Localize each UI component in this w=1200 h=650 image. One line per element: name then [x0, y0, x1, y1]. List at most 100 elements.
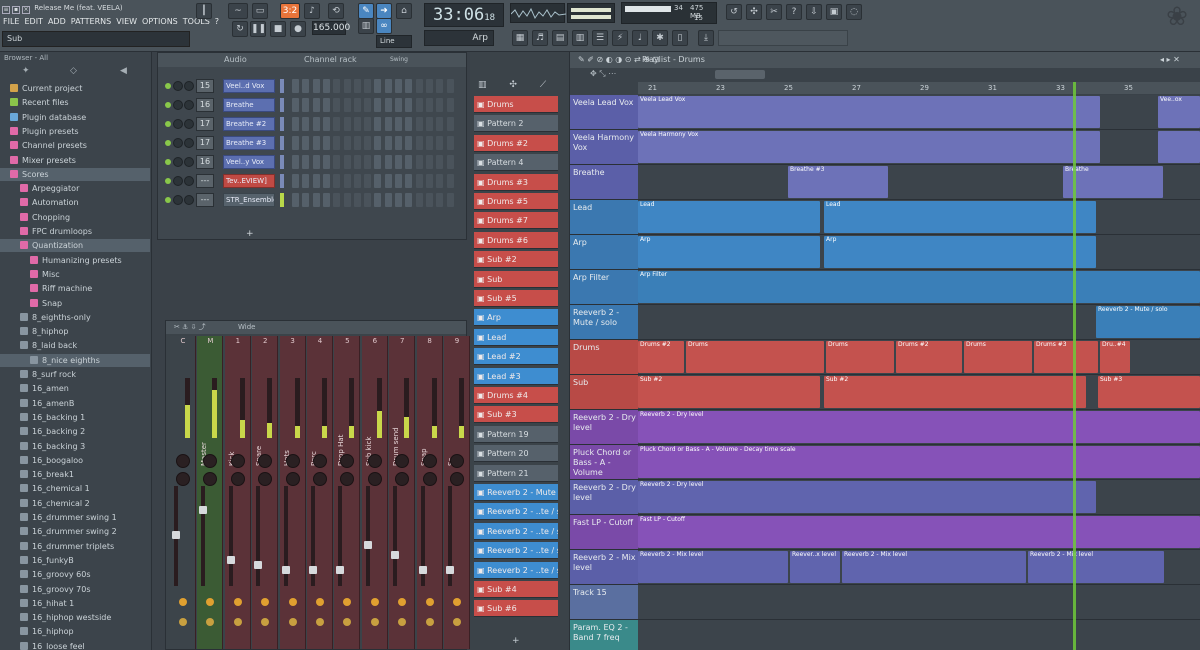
menu-item-edit[interactable]: EDIT — [23, 15, 43, 29]
play-button[interactable]: ❚❚ — [250, 21, 266, 37]
channel-mixer-track[interactable]: --- — [196, 174, 214, 188]
mixer-stereo-knob[interactable] — [450, 472, 464, 486]
step-button[interactable] — [364, 174, 372, 188]
step-button[interactable] — [395, 117, 402, 131]
track-lane[interactable]: Drums #2 Drums Drums Drums #2 Drums Drums #3 D… — [638, 340, 1200, 375]
mixer-volume-fader[interactable] — [199, 486, 208, 586]
browser-item[interactable]: Recent files — [0, 96, 150, 109]
picker-automation-icon[interactable]: ⟋ — [540, 80, 546, 90]
playlist-clip[interactable]: Arp — [638, 236, 820, 268]
mixer-pan-knob[interactable] — [258, 454, 273, 468]
step-button[interactable] — [333, 174, 341, 188]
pattern-item[interactable]: ▣ Sub #6 — [474, 600, 558, 618]
playlist-clip[interactable]: Pluck Chord or Bass - A - Volume - Decay… — [638, 446, 1200, 478]
mixer-strip[interactable]: 3Hats — [279, 336, 306, 649]
mixer-tools-icon[interactable]: ✂ ⚓ ⇩ ⤴ — [174, 321, 206, 334]
step-button[interactable] — [405, 193, 413, 207]
mixer-volume-fader[interactable] — [418, 486, 427, 586]
step-button[interactable] — [436, 155, 444, 169]
pattern-item[interactable]: ▣ Reeverb 2 - ..te / solo #5 — [474, 522, 558, 540]
channel-row[interactable]: --- STR_Ensemble — [158, 191, 466, 210]
step-button[interactable] — [395, 79, 402, 93]
channel-pan-knob[interactable] — [173, 195, 183, 205]
step-button[interactable] — [353, 79, 361, 93]
step-button[interactable] — [292, 155, 299, 169]
step-button[interactable] — [446, 193, 454, 207]
track-header[interactable]: Track 15 — [570, 585, 638, 620]
mixer-route-led[interactable] — [316, 618, 324, 626]
mixer-stereo-knob[interactable] — [395, 472, 410, 486]
playlist-close-icon[interactable]: ◂ ▸ ✕ — [1160, 52, 1180, 68]
browser-item[interactable]: 16_drummer swing 2 — [0, 525, 150, 538]
pattern-item[interactable]: ▣ Lead #2 — [474, 348, 558, 366]
add-pattern-icon[interactable]: + — [512, 636, 520, 646]
pattern-item[interactable]: ▣ Pattern 20 — [474, 445, 558, 463]
step-button[interactable] — [312, 174, 320, 188]
browser-item[interactable]: 16_funkyB — [0, 554, 150, 567]
track-lane[interactable]: Fast LP - Cutoff — [638, 515, 1200, 550]
playlist-clip[interactable]: Arp — [824, 236, 1096, 268]
mixer-pan-knob[interactable] — [176, 454, 190, 468]
channel-select-indicator[interactable] — [280, 117, 284, 131]
pattern-item[interactable]: ▣ Pattern 4 — [474, 154, 558, 172]
step-button[interactable] — [415, 193, 423, 207]
track-header[interactable]: Param. EQ 2 - Band 7 freq — [570, 620, 638, 650]
step-button[interactable] — [395, 193, 402, 207]
browser-item[interactable]: Chopping — [0, 211, 150, 224]
browser-item[interactable]: Quantization — [0, 239, 150, 253]
channel-mute-led[interactable] — [165, 102, 171, 108]
step-button[interactable] — [374, 174, 382, 188]
browser-item[interactable]: 16_groovy 60s — [0, 568, 150, 581]
playlist-clip[interactable]: Arp Filter — [638, 271, 1200, 303]
browser-item[interactable]: 8_laid back — [0, 339, 150, 352]
mixer-fader-cap[interactable] — [418, 566, 427, 574]
channel-volume-knob[interactable] — [184, 100, 194, 110]
track-header[interactable]: Reeverb 2 - Mute / solo — [570, 305, 638, 340]
track-header[interactable]: Drums — [570, 340, 638, 375]
mixer-fader-cap[interactable] — [199, 506, 208, 514]
mixer-route-led[interactable] — [453, 618, 461, 626]
loop-icon[interactable]: ↻ — [232, 21, 248, 37]
step-button[interactable] — [415, 136, 423, 150]
channel-mute-led[interactable] — [165, 159, 171, 165]
pattern-item[interactable]: ▣ Drums #5 — [474, 193, 558, 210]
channel-name-button[interactable]: Veel..d Vox — [223, 79, 275, 93]
channel-mixer-track[interactable]: 16 — [196, 98, 214, 112]
track-lane[interactable]: Veela Harmony Vox — [638, 130, 1200, 165]
step-button[interactable] — [384, 136, 392, 150]
mixer-fader-cap[interactable] — [336, 566, 345, 574]
step-button[interactable] — [333, 98, 341, 112]
step-button[interactable] — [374, 136, 382, 150]
pattern-number[interactable]: 3:2 — [280, 3, 300, 19]
channel-pan-knob[interactable] — [173, 100, 183, 110]
mixer-pan-knob[interactable] — [450, 454, 464, 468]
mixer-volume-fader[interactable] — [226, 486, 235, 586]
mixer-route-led[interactable] — [261, 618, 270, 626]
mixer-stereo-knob[interactable] — [285, 472, 300, 486]
track-header[interactable]: Reeverb 2 - Dry level — [570, 410, 638, 445]
channel-pan-knob[interactable] — [173, 176, 183, 186]
step-button[interactable] — [405, 174, 413, 188]
chat-icon[interactable]: ◌ — [846, 4, 862, 20]
help-icon[interactable]: ? — [786, 4, 802, 20]
step-button[interactable] — [374, 98, 382, 112]
step-button[interactable] — [384, 98, 392, 112]
tempo-display[interactable]: 165.000 — [312, 21, 350, 35]
mixer-volume-fader[interactable] — [363, 486, 372, 586]
pattern-item[interactable]: ▣ Reeverb 2 - ..te / solo #2 — [474, 542, 558, 560]
mixer-volume-fader[interactable] — [391, 486, 400, 586]
mixer-fx-led[interactable] — [425, 598, 434, 606]
playlist-clip[interactable]: Drums — [686, 341, 824, 373]
channel-name-button[interactable]: Tev..EVIEW] — [223, 174, 275, 188]
mixer-fx-led[interactable] — [453, 598, 461, 606]
channel-pan-knob[interactable] — [173, 157, 183, 167]
plugin-icon[interactable]: ⚡ — [612, 30, 628, 46]
pattern-item[interactable]: ▣ Sub — [474, 270, 558, 288]
piano-icon[interactable]: ⌂ — [396, 3, 412, 19]
track-header[interactable]: Arp Filter — [570, 270, 638, 305]
picker-audio-icon[interactable]: ✣ — [509, 80, 517, 90]
step-button[interactable] — [364, 98, 372, 112]
browser-item[interactable]: Channel presets — [0, 139, 150, 152]
pattern-item[interactable]: ▣ Drums — [474, 96, 558, 113]
mixer-pan-knob[interactable] — [203, 454, 218, 468]
